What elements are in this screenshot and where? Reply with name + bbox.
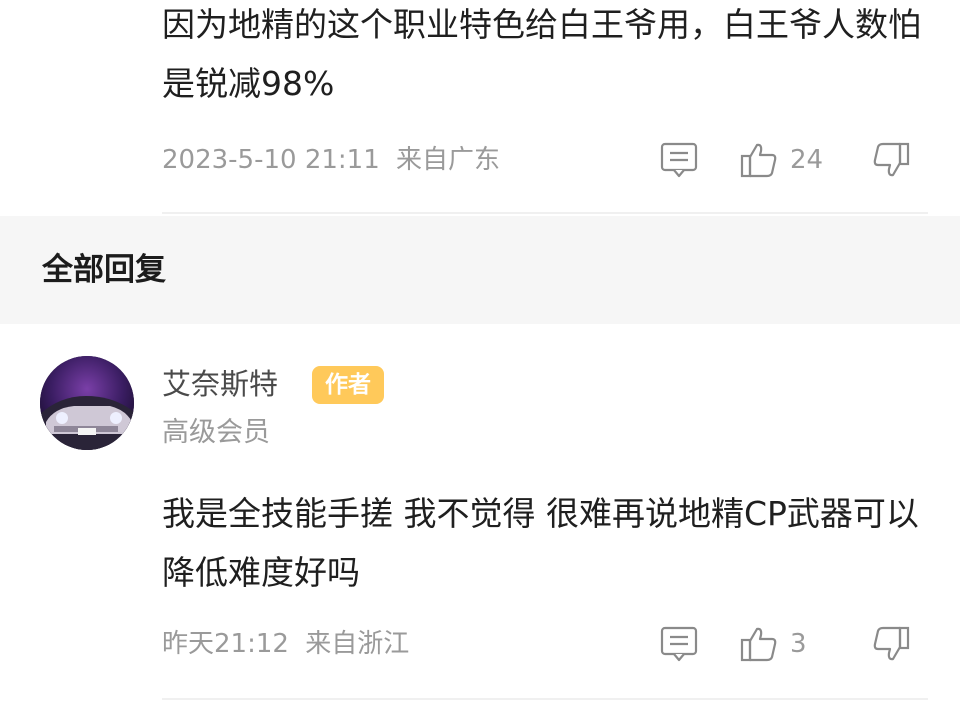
reply-timestamp: 昨天21:12 [162,629,289,659]
comment-icon [660,142,698,178]
reply-meta: 2023-5-10 21:11 来自广东 [162,140,500,180]
avatar-image [40,356,134,450]
author-badge: 作者 [312,366,384,404]
thumbs-down-icon [873,626,910,661]
dislike-button[interactable] [872,624,912,664]
thumbs-up-icon [740,627,777,662]
section-header: 全部回复 [0,216,960,324]
divider [162,698,928,700]
reply-actions: 3 [660,624,920,664]
comment-button[interactable] [660,624,700,664]
reply-meta-row: 2023-5-10 21:11 来自广东 24 [162,140,920,180]
username[interactable]: 艾奈斯特 [162,362,278,406]
comment-icon [660,626,698,662]
section-title: 全部回复 [42,252,166,288]
reply-content: 因为地精的这个职业特色给白王爷用，白王爷人数怕是锐减98% [162,5,921,103]
reply-item: 艾奈斯特 作者 高级会员 我是全技能手搓 我不觉得 很难再说地精CP武器可以降低… [0,324,960,704]
like-button[interactable]: 3 [740,624,840,664]
divider [162,212,928,214]
thread-page: 因为地精的这个职业特色给白王爷用，白王爷人数怕是锐减98% 2023-5-10 … [0,0,960,704]
reply-location: 来自广东 [396,145,501,175]
previous-reply: 因为地精的这个职业特色给白王爷用，白王爷人数怕是锐减98% 2023-5-10 … [0,0,960,214]
thumbs-down-icon [873,142,910,177]
reply-actions: 24 [660,140,920,180]
thumbs-up-icon [740,143,777,178]
like-count: 24 [790,145,824,175]
dislike-button[interactable] [872,140,912,180]
member-level: 高级会员 [162,417,270,448]
avatar[interactable] [40,356,134,450]
comment-button[interactable] [660,140,700,180]
reply-meta: 昨天21:12 来自浙江 [162,624,409,664]
reply-meta-row: 昨天21:12 来自浙江 3 [162,624,920,664]
reply-location: 来自浙江 [305,629,410,659]
reply-content: 我是全技能手搓 我不觉得 很难再说地精CP武器可以降低难度好吗 [162,494,919,592]
like-button[interactable]: 24 [740,140,840,180]
reply-timestamp: 2023-5-10 21:11 [162,145,380,175]
like-count: 3 [790,629,807,659]
